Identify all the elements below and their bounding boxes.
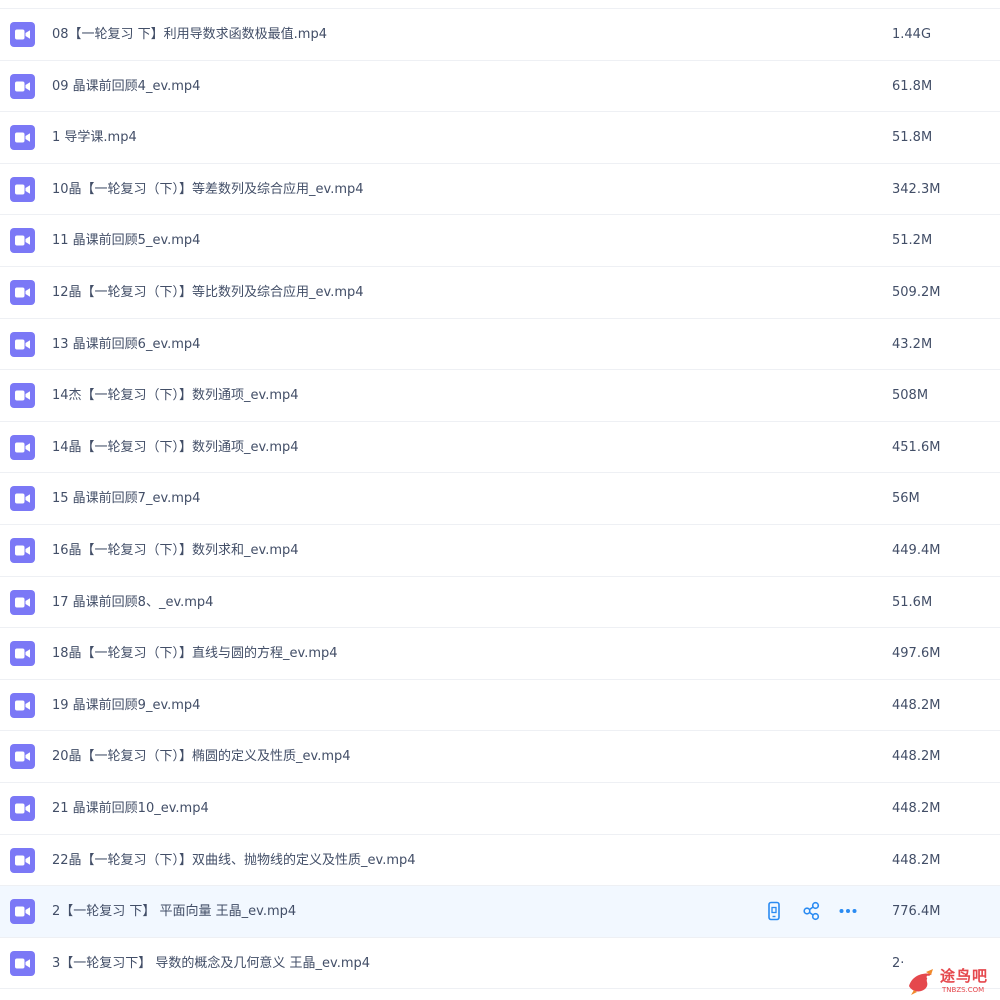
- watermark: 途鸟吧 TNBZS.COM: [904, 962, 1000, 1000]
- video-file-icon: [10, 899, 35, 925]
- file-size: 451.6M: [892, 439, 941, 455]
- video-file-icon: [10, 641, 35, 667]
- file-name[interactable]: 3【一轮复习下】 导数的概念及几何意义 王晶_ev.mp4: [52, 938, 370, 989]
- file-name[interactable]: 13 晶课前回顾6_ev.mp4: [52, 319, 200, 370]
- file-name[interactable]: 10晶【一轮复习（下）】等差数列及综合应用_ev.mp4: [52, 164, 364, 215]
- file-row[interactable]: 15 晶课前回顾7_ev.mp4 56M: [0, 473, 1000, 525]
- file-row[interactable]: 18晶【一轮复习（下）】直线与圆的方程_ev.mp4 497.6M: [0, 628, 1000, 680]
- file-row[interactable]: 10晶【一轮复习（下）】等差数列及综合应用_ev.mp4 342.3M: [0, 164, 1000, 216]
- file-size: 448.2M: [892, 852, 941, 868]
- video-file-icon: [10, 692, 35, 718]
- video-file-icon: [10, 795, 35, 821]
- file-name[interactable]: 08【一轮复习 下】利用导数求函数极最值.mp4: [52, 9, 327, 60]
- more-icon[interactable]: [836, 899, 860, 923]
- file-row[interactable]: 16晶【一轮复习（下）】数列求和_ev.mp4 449.4M: [0, 525, 1000, 577]
- video-file-icon: [10, 537, 35, 563]
- video-file-icon: [10, 383, 35, 409]
- video-file-icon: [10, 589, 35, 615]
- video-file-icon: [10, 228, 35, 254]
- file-row[interactable]: 19 晶课前回顾9_ev.mp4 448.2M: [0, 680, 1000, 732]
- file-size: 51.2M: [892, 233, 933, 249]
- video-file-icon: [10, 847, 35, 873]
- video-file-icon: [10, 744, 35, 770]
- file-name[interactable]: 15 晶课前回顾7_ev.mp4: [52, 473, 200, 524]
- file-size: 448.2M: [892, 697, 941, 713]
- file-size: 1.44G: [892, 27, 932, 42]
- file-size: 51.6M: [892, 594, 933, 610]
- watermark-text: 途鸟吧: [940, 967, 989, 985]
- file-name[interactable]: 14杰【一轮复习（下）】数列通项_ev.mp4: [52, 370, 299, 421]
- file-row[interactable]: 2【一轮复习 下】 平面向量 王晶_ev.mp4 776.4M: [0, 886, 1000, 938]
- video-file-icon: [10, 279, 35, 305]
- file-name[interactable]: 09 晶课前回顾4_ev.mp4: [52, 61, 200, 112]
- file-row[interactable]: 09 晶课前回顾4_ev.mp4 61.8M: [0, 61, 1000, 113]
- file-row[interactable]: 1 导学课.mp4 51.8M: [0, 112, 1000, 164]
- file-size: 497.6M: [892, 646, 941, 662]
- file-name[interactable]: 21 晶课前回顾10_ev.mp4: [52, 783, 209, 834]
- video-file-icon: [10, 176, 35, 202]
- file-name[interactable]: 17 晶课前回顾8、_ev.mp4: [52, 577, 213, 628]
- phone-icon[interactable]: [762, 899, 786, 923]
- video-file-icon: [10, 125, 35, 151]
- file-name[interactable]: 19 晶课前回顾9_ev.mp4: [52, 680, 200, 731]
- file-size: 776.4M: [892, 904, 941, 920]
- file-size: 56M: [892, 491, 920, 507]
- file-size: 342.3M: [892, 181, 941, 197]
- file-row[interactable]: 11 晶课前回顾5_ev.mp4 51.2M: [0, 215, 1000, 267]
- file-row[interactable]: 14杰【一轮复习（下）】数列通项_ev.mp4 508M: [0, 370, 1000, 422]
- file-size: 509.2M: [892, 284, 941, 300]
- video-file-icon: [10, 22, 35, 47]
- file-size: 448.2M: [892, 749, 941, 765]
- video-file-icon: [10, 950, 35, 976]
- file-row[interactable]: 08【一轮复习 下】利用导数求函数极最值.mp4 1.44G: [0, 9, 1000, 61]
- video-file-icon: [10, 73, 35, 99]
- file-list: 08【一轮复习 下】利用导数求函数极最值.mp4 1.44G 09 晶课前回顾4…: [0, 0, 1000, 1000]
- file-row[interactable]: 14晶【一轮复习（下）】数列通项_ev.mp4 451.6M: [0, 422, 1000, 474]
- file-row[interactable]: 17 晶课前回顾8、_ev.mp4 51.6M: [0, 577, 1000, 629]
- file-size: 43.2M: [892, 336, 933, 352]
- file-size: 51.8M: [892, 130, 933, 146]
- watermark-subtext: TNBZS.COM: [942, 986, 985, 994]
- file-row[interactable]: 21 晶课前回顾10_ev.mp4 448.2M: [0, 783, 1000, 835]
- file-name[interactable]: 16晶【一轮复习（下）】数列求和_ev.mp4: [52, 525, 299, 576]
- file-name[interactable]: 20晶【一轮复习（下）】椭圆的定义及性质_ev.mp4: [52, 731, 351, 782]
- file-row[interactable]: 20晶【一轮复习（下）】椭圆的定义及性质_ev.mp4 448.2M: [0, 731, 1000, 783]
- share-icon[interactable]: [799, 899, 823, 923]
- file-size: 449.4M: [892, 542, 941, 558]
- file-name[interactable]: 11 晶课前回顾5_ev.mp4: [52, 215, 200, 266]
- file-name[interactable]: 12晶【一轮复习（下）】等比数列及综合应用_ev.mp4: [52, 267, 364, 318]
- file-row[interactable]: 22晶【一轮复习（下）】双曲线、抛物线的定义及性质_ev.mp4 448.2M: [0, 835, 1000, 887]
- file-size: 448.2M: [892, 800, 941, 816]
- file-name[interactable]: 14晶【一轮复习（下）】数列通项_ev.mp4: [52, 422, 299, 473]
- file-row[interactable]: 12晶【一轮复习（下）】等比数列及综合应用_ev.mp4 509.2M: [0, 267, 1000, 319]
- file-size: 61.8M: [892, 78, 933, 94]
- file-name[interactable]: 1 导学课.mp4: [52, 112, 137, 163]
- file-row[interactable]: 3【一轮复习下】 导数的概念及几何意义 王晶_ev.mp4 2·: [0, 938, 1000, 990]
- file-row[interactable]: 13 晶课前回顾6_ev.mp4 43.2M: [0, 319, 1000, 371]
- file-size: 2·: [892, 955, 905, 971]
- file-name[interactable]: 18晶【一轮复习（下）】直线与圆的方程_ev.mp4: [52, 628, 338, 679]
- bird-logo-icon: [906, 966, 938, 1000]
- video-file-icon: [10, 331, 35, 357]
- file-size: 508M: [892, 388, 929, 404]
- video-file-icon: [10, 486, 35, 512]
- file-name[interactable]: 2【一轮复习 下】 平面向量 王晶_ev.mp4: [52, 886, 296, 937]
- video-file-icon: [10, 434, 35, 460]
- file-rows: 08【一轮复习 下】利用导数求函数极最值.mp4 1.44G 09 晶课前回顾4…: [0, 9, 1000, 990]
- file-name[interactable]: 22晶【一轮复习（下）】双曲线、抛物线的定义及性质_ev.mp4: [52, 835, 416, 886]
